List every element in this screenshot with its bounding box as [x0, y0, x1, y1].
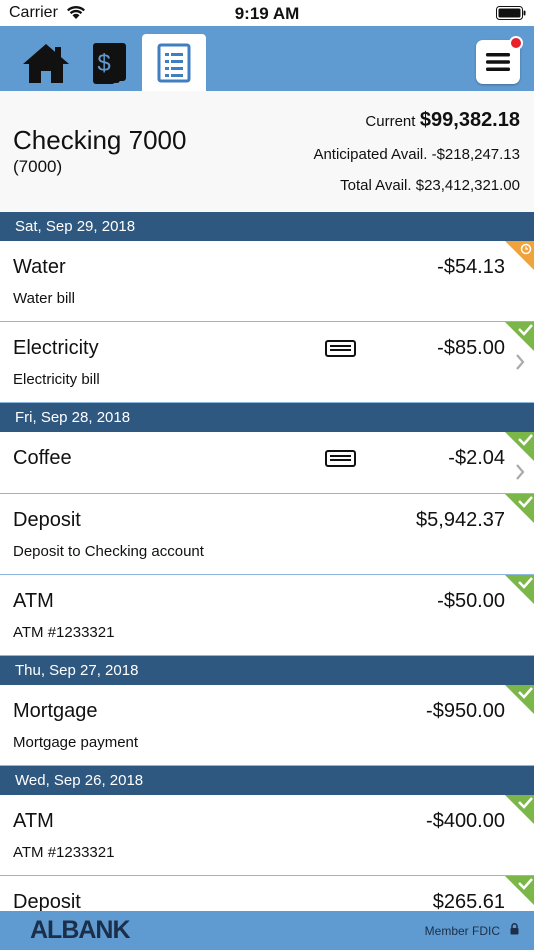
transaction-row[interactable]: Deposit Deposit to Checking account $5,9…	[0, 494, 534, 575]
chevron-right-icon	[516, 464, 525, 480]
home-icon	[23, 43, 69, 83]
date-header: Sat, Sep 29, 2018	[0, 212, 534, 241]
transaction-row[interactable]: Electricity Electricity bill -$85.00	[0, 322, 534, 403]
tab-accounts[interactable]: $	[78, 34, 142, 91]
current-balance-label: Current	[365, 113, 416, 130]
transaction-row[interactable]: ATM ATM #1233321 -$400.00	[0, 795, 534, 876]
account-number: (7000)	[13, 157, 63, 176]
account-summary: Checking 7000 (7000) Current $99,382.18 …	[0, 91, 534, 212]
nav-bar: $	[0, 26, 534, 91]
transaction-description: Mortgage payment	[13, 734, 139, 751]
transaction-description: Electricity bill	[13, 371, 100, 388]
cleared-check-icon	[505, 876, 534, 905]
transaction-title: ATM	[13, 810, 54, 832]
cleared-check-icon	[505, 795, 534, 824]
date-header: Fri, Sep 28, 2018	[0, 403, 534, 432]
footer: ALBANK Member FDIC	[0, 911, 534, 950]
pending-clock-icon	[505, 241, 534, 270]
transaction-amount: -$54.13	[437, 256, 505, 278]
transaction-row[interactable]: Coffee -$2.04	[0, 432, 534, 494]
cleared-check-icon	[505, 575, 534, 604]
lock-icon	[510, 923, 519, 935]
transaction-amount: -$85.00	[437, 337, 505, 359]
battery-icon	[496, 6, 526, 20]
account-name: Checking 7000	[13, 125, 187, 155]
tab-home[interactable]	[14, 34, 78, 91]
cleared-check-icon	[505, 494, 534, 523]
cleared-check-icon	[505, 432, 534, 461]
current-balance: Current $99,382.18	[365, 109, 520, 132]
hamburger-menu-icon	[486, 53, 510, 71]
clock: 9:19 AM	[234, 4, 300, 23]
status-bar: Carrier 9:19 AM	[0, 0, 534, 26]
transaction-description: Water bill	[13, 290, 75, 307]
transaction-row[interactable]: ATM ATM #1233321 -$50.00	[0, 575, 534, 656]
anticipated-balance: Anticipated Avail. -$218,247.13	[313, 146, 520, 163]
date-header: Thu, Sep 27, 2018	[0, 656, 534, 685]
transaction-amount: -$2.04	[448, 447, 505, 469]
transaction-description: ATM #1233321	[13, 624, 115, 641]
member-fdic-label: Member FDIC	[424, 924, 500, 938]
notification-badge	[509, 36, 523, 50]
menu-button[interactable]	[476, 36, 523, 84]
tab-register[interactable]	[142, 34, 206, 91]
cleared-check-icon	[505, 685, 534, 714]
svg-text:$: $	[97, 50, 110, 77]
transaction-row[interactable]: Water Water bill -$54.13	[0, 241, 534, 322]
albank-logo: ALBANK	[30, 916, 131, 944]
current-balance-value: $99,382.18	[419, 109, 520, 131]
cleared-check-icon	[505, 322, 534, 351]
transaction-list[interactable]: Sat, Sep 29, 2018 Water Water bill -$54.…	[0, 212, 534, 950]
transaction-title: Coffee	[13, 447, 72, 469]
card-payment-icon	[325, 340, 356, 357]
transaction-title: Mortgage	[13, 700, 98, 722]
transaction-row[interactable]: Mortgage Mortgage payment -$950.00	[0, 685, 534, 766]
transaction-amount: $5,942.37	[416, 509, 505, 531]
total-balance: Total Avail. $23,412,321.00	[340, 177, 520, 194]
transaction-title: ATM	[13, 590, 54, 612]
register-icon	[157, 43, 191, 82]
card-payment-icon	[325, 450, 356, 467]
chevron-right-icon	[516, 354, 525, 370]
transaction-title: Water	[13, 256, 66, 278]
date-header: Wed, Sep 26, 2018	[0, 766, 534, 795]
transaction-amount: -$400.00	[426, 810, 505, 832]
transaction-description: ATM #1233321	[13, 844, 115, 861]
transaction-title: Deposit	[13, 509, 81, 531]
transaction-title: Electricity	[13, 337, 99, 359]
transaction-amount: -$950.00	[426, 700, 505, 722]
transaction-amount: -$50.00	[437, 590, 505, 612]
transaction-description: Deposit to Checking account	[13, 543, 204, 560]
dollar-cards-icon: $	[93, 42, 126, 84]
